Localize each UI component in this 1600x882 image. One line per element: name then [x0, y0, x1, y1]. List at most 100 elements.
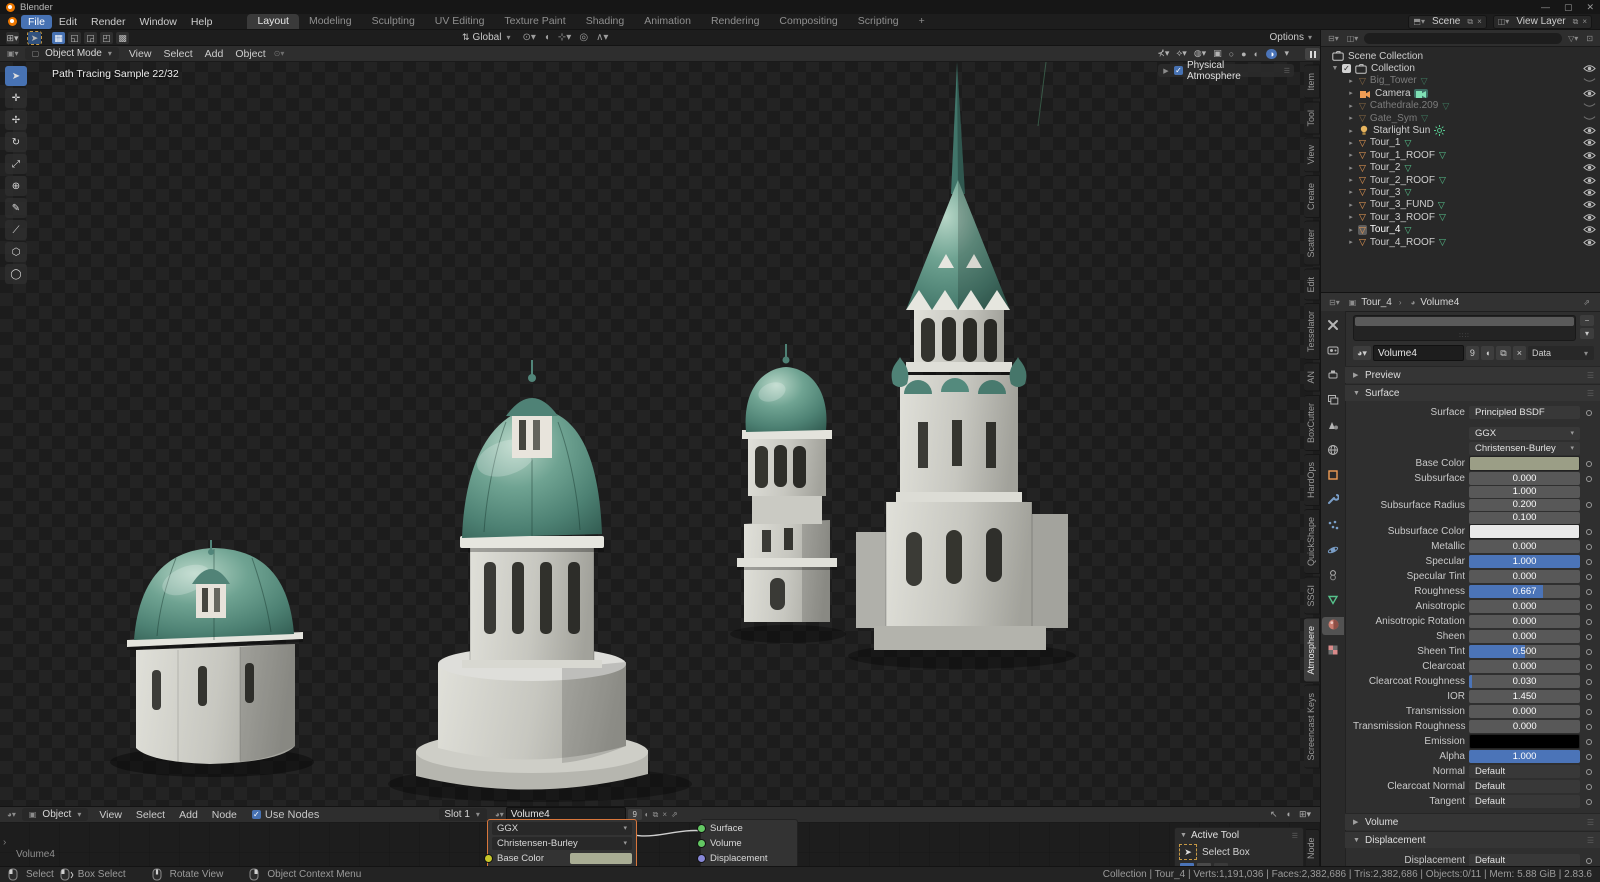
outliner-item-gate-sym[interactable]: ▸▽Gate_Sym▽ — [1321, 112, 1600, 124]
prop-field-specular[interactable]: 1.000 — [1469, 555, 1580, 568]
shader-menu-add[interactable]: Add — [172, 808, 205, 822]
transform-pivot-icon[interactable]: ⊙▾ — [272, 49, 287, 58]
shading-wireframe-icon[interactable]: ○ — [1229, 49, 1234, 59]
remove-slot-button[interactable]: − — [1580, 315, 1594, 326]
properties-tab-constraints[interactable] — [1323, 567, 1343, 585]
pivot-point-icon[interactable]: ⊙▾ — [522, 32, 535, 43]
select-mode-tweak[interactable]: ▦ — [52, 32, 65, 44]
sidebar-tab-screencast-keys[interactable]: Screencast Keys — [1304, 685, 1320, 769]
prop-field-sheen[interactable]: 0.000 — [1469, 630, 1580, 643]
prop-field-clearcoat-roughness[interactable]: 0.030 — [1469, 675, 1580, 688]
workspace-tab-uv-editing[interactable]: UV Editing — [425, 14, 495, 29]
prop-field-christensen-burley[interactable]: Christensen-Burley▾ — [1469, 442, 1580, 455]
menu-help[interactable]: Help — [184, 15, 220, 29]
properties-tab-scene[interactable] — [1323, 417, 1343, 435]
menu-render[interactable]: Render — [84, 15, 132, 29]
keyframe-dot-button[interactable] — [1584, 856, 1594, 866]
unlink-material-icon[interactable]: × — [1513, 346, 1526, 360]
sidebar-tab-boxcutter[interactable]: BoxCutter — [1304, 395, 1320, 451]
outliner-item-camera[interactable]: ▸Camera — [1321, 87, 1600, 99]
menu-file[interactable]: File — [21, 15, 52, 29]
material-link-select[interactable]: Data▾ — [1528, 346, 1594, 360]
keyframe-dot-button[interactable] — [1584, 557, 1594, 567]
select-mode-lasso[interactable]: ◰ — [100, 32, 113, 44]
keyframe-dot-button[interactable] — [1584, 542, 1594, 552]
blender-menu-icon[interactable] — [8, 17, 17, 26]
displacement-socket[interactable] — [697, 854, 706, 863]
keyframe-dot-button[interactable] — [1584, 737, 1594, 747]
xray-toggle-icon[interactable]: ▣ — [1213, 48, 1222, 59]
radius-field[interactable]: 1.000 — [1469, 486, 1580, 498]
collection-checkbox[interactable]: ✓ — [1342, 64, 1351, 73]
filter-icon[interactable]: ▽▾ — [1566, 34, 1580, 43]
sidebar-tab-ssgi[interactable]: SSGI — [1304, 577, 1320, 615]
scene-delete-icon[interactable]: × — [1475, 17, 1484, 26]
properties-tab-physics[interactable] — [1323, 542, 1343, 560]
workspace-tab-compositing[interactable]: Compositing — [769, 14, 847, 29]
expand-icon[interactable]: ▸ — [1347, 201, 1355, 209]
shading-rendered-icon[interactable]: ◑ — [1266, 49, 1277, 59]
keyframe-dot-button[interactable] — [1584, 692, 1594, 702]
keyframe-dot-button[interactable] — [1584, 752, 1594, 762]
properties-tab-render[interactable] — [1323, 342, 1343, 360]
slot-specials-button[interactable]: ▾ — [1580, 328, 1594, 339]
workspace-tab-texture-paint[interactable]: Texture Paint — [494, 14, 575, 29]
pause-button[interactable] — [1305, 48, 1320, 60]
prop-field-subsurface-radius[interactable]: 1.0000.2000.100 — [1469, 486, 1580, 524]
viewport-menu-select[interactable]: Select — [157, 47, 198, 61]
shader-menu-view[interactable]: View — [92, 808, 129, 822]
select-box-tool-icon[interactable]: ➤ — [1180, 845, 1196, 859]
eye-open-icon[interactable] — [1583, 126, 1596, 135]
outliner-settings-icon[interactable]: ⊡ — [1584, 34, 1595, 43]
outliner-item-tour-4[interactable]: ▸▽Tour_4▽ — [1321, 223, 1600, 235]
properties-editor-icon[interactable]: ⊟▾ — [1327, 298, 1342, 307]
base-color-swatch[interactable] — [570, 853, 632, 864]
eye-open-icon[interactable] — [1583, 64, 1596, 73]
properties-tab-world[interactable] — [1323, 442, 1343, 460]
sidebar-tab-item[interactable]: Item — [1304, 65, 1320, 99]
tool-add-cube[interactable]: ⬡ — [5, 242, 27, 262]
expand-icon[interactable]: ▸ — [1347, 151, 1355, 159]
falloff-icon[interactable]: ∧▾ — [596, 32, 608, 43]
radius-field[interactable]: 0.100 — [1469, 512, 1580, 524]
prop-field-base-color[interactable] — [1469, 456, 1580, 471]
viewport-3d[interactable]: ▣▾ ▢ Object Mode ▾ ViewSelectAddObject ⊙… — [0, 46, 1320, 806]
options-menu[interactable]: Options▾ — [1270, 32, 1314, 43]
prop-field-metallic[interactable]: 0.000 — [1469, 540, 1580, 553]
tool-move[interactable]: ✢ — [5, 110, 27, 130]
sidebar-tab-tool[interactable]: Tool — [1304, 102, 1320, 135]
shader-snap-icon[interactable]: ◖ — [1286, 809, 1291, 820]
sidebar-tab-tesselator[interactable]: Tesselator — [1304, 303, 1320, 360]
outliner-item-tour-3-fund[interactable]: ▸▽Tour_3_FUND▽ — [1321, 199, 1600, 211]
panel-preview[interactable]: ▶Preview☰ — [1345, 366, 1600, 383]
slot-select[interactable]: Slot 1▾ — [439, 808, 487, 821]
shader-copy-icon[interactable]: ⧉ — [651, 810, 661, 820]
viewport-menu-add[interactable]: Add — [199, 47, 230, 61]
shader-menu-node[interactable]: Node — [205, 808, 244, 822]
close-button[interactable]: ✕ — [1586, 2, 1594, 13]
prop-field-roughness[interactable]: 0.667 — [1469, 585, 1580, 598]
eye-open-icon[interactable] — [1583, 163, 1596, 172]
eye-open-icon[interactable] — [1583, 188, 1596, 197]
menu-window[interactable]: Window — [132, 15, 183, 29]
outliner-item-cathedrale-209[interactable]: ▸▽Cathedrale.209▽ — [1321, 100, 1600, 112]
shading-material-icon[interactable]: ◐ — [1254, 49, 1259, 59]
prop-field-clearcoat-normal[interactable]: Default — [1469, 780, 1580, 793]
shader-node-tab[interactable]: Node — [1306, 829, 1320, 867]
view-layer-selector[interactable]: ◫▾ View Layer ⧉ × — [1493, 15, 1592, 29]
workspace-tab-scripting[interactable]: Scripting — [848, 14, 909, 29]
keyframe-dot-button[interactable] — [1584, 797, 1594, 807]
keyframe-dot-button[interactable] — [1584, 408, 1594, 418]
eye-open-icon[interactable] — [1583, 225, 1596, 234]
shading-solid-icon[interactable]: ● — [1241, 49, 1246, 59]
tool-cursor[interactable]: ✛ — [5, 88, 27, 108]
outliner-item-tour-3-roof[interactable]: ▸▽Tour_3_ROOF▽ — [1321, 211, 1600, 223]
shader-material-browse-icon[interactable]: ◕▾ — [493, 810, 506, 819]
eye-closed-icon[interactable] — [1583, 115, 1596, 122]
tool-scale[interactable]: ⤢ — [5, 154, 27, 174]
prop-field-subsurface[interactable]: 0.000 — [1469, 472, 1580, 485]
select-mode-box[interactable]: ◱ — [68, 32, 81, 44]
use-nodes-toggle[interactable]: ✓ Use Nodes — [252, 809, 319, 821]
workspace-tab-sculpting[interactable]: Sculpting — [362, 14, 425, 29]
sidebar-tab-quickshape[interactable]: QuickShape — [1304, 509, 1320, 574]
